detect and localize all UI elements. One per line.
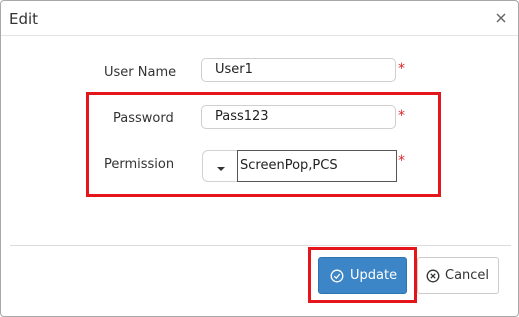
cancel-button[interactable]: Cancel [417, 257, 499, 294]
footer-divider [10, 245, 511, 246]
update-button-label: Update [350, 268, 398, 283]
permission-select[interactable]: ScreenPop,PCS [237, 150, 397, 182]
user-name-label: User Name [104, 65, 177, 80]
user-name-input[interactable]: User1 [201, 58, 396, 82]
dialog-header: Edit [1, 1, 518, 36]
cancel-button-label: Cancel [445, 268, 490, 283]
dialog-title: Edit [9, 10, 39, 28]
x-circle-icon [426, 269, 440, 283]
check-circle-icon [330, 269, 344, 283]
password-label: Password [113, 111, 174, 126]
permission-label: Permission [104, 157, 175, 172]
user-name-required-marker: * [398, 61, 405, 77]
password-input[interactable]: Pass123 [201, 105, 396, 129]
caret-down-icon [217, 167, 225, 171]
permission-dropdown-toggle[interactable] [202, 150, 238, 182]
password-required-marker: * [398, 108, 405, 124]
edit-dialog: Edit User Name User1 * Password Pass123 … [0, 0, 519, 317]
update-button[interactable]: Update [318, 257, 407, 294]
close-icon[interactable] [494, 11, 508, 25]
permission-required-marker: * [398, 153, 405, 169]
